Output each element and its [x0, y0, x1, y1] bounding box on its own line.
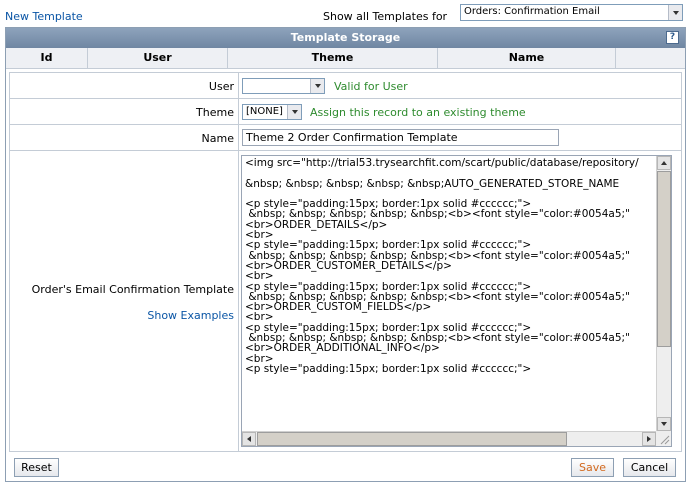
scroll-down-button[interactable] [657, 417, 671, 431]
template-type-select[interactable]: Orders: Confirmation Email [460, 4, 683, 21]
reset-button[interactable]: Reset [14, 458, 59, 477]
user-label: User [208, 80, 234, 93]
name-input[interactable]: Theme 2 Order Confirmation Template [242, 129, 559, 146]
user-row: User Valid for User [10, 73, 681, 99]
name-label: Name [201, 132, 234, 145]
scroll-right-button[interactable] [642, 432, 656, 446]
template-type-value: Orders: Confirmation Email [464, 6, 600, 17]
chevron-down-icon [287, 105, 301, 119]
chevron-down-icon [668, 5, 682, 20]
help-icon[interactable]: ? [666, 31, 679, 44]
user-hint: Valid for User [334, 80, 408, 93]
cancel-button[interactable]: Cancel [623, 458, 676, 477]
template-content[interactable]: <img src="http://trial53.trysearchfit.co… [245, 158, 655, 430]
scroll-up-button[interactable] [657, 156, 671, 170]
show-all-templates-label: Show all Templates for [323, 10, 448, 23]
panel-title: Template Storage ? [6, 28, 685, 48]
scroll-left-button[interactable] [242, 432, 256, 446]
theme-row: Theme [NONE] Assign this record to an ex… [10, 99, 681, 125]
user-select[interactable] [242, 78, 325, 94]
theme-select-value: [NONE] [246, 106, 283, 117]
vertical-scroll-thumb[interactable] [657, 171, 671, 347]
theme-hint: Assign this record to an existing theme [310, 106, 526, 119]
template-form: User Valid for User Theme [NONE] Assign … [9, 72, 682, 452]
chevron-down-icon [310, 79, 324, 93]
template-label: Order's Email Confirmation Template [31, 283, 234, 296]
save-button[interactable]: Save [571, 458, 614, 477]
name-row: Name Theme 2 Order Confirmation Template [10, 125, 681, 151]
vertical-scrollbar[interactable] [656, 156, 671, 431]
template-textarea[interactable]: <img src="http://trial53.trysearchfit.co… [241, 155, 672, 447]
column-header-user[interactable]: User [88, 48, 228, 69]
horizontal-scrollbar[interactable] [242, 431, 656, 446]
theme-label: Theme [196, 106, 234, 119]
theme-select[interactable]: [NONE] [242, 104, 302, 120]
column-headers: Id User Theme Name [6, 48, 685, 69]
template-storage-panel: Template Storage ? Id User Theme Name Us… [5, 27, 686, 482]
new-template-link[interactable]: New Template [5, 10, 83, 23]
resize-grip-icon[interactable] [656, 431, 671, 446]
horizontal-scroll-thumb[interactable] [257, 432, 567, 446]
column-header-id[interactable]: Id [6, 48, 88, 69]
panel-title-text: Template Storage [290, 31, 401, 44]
show-examples-link[interactable]: Show Examples [10, 309, 238, 322]
column-header-name[interactable]: Name [438, 48, 616, 69]
template-row: Order's Email Confirmation Template Show… [10, 151, 681, 452]
column-header-theme[interactable]: Theme [228, 48, 438, 69]
